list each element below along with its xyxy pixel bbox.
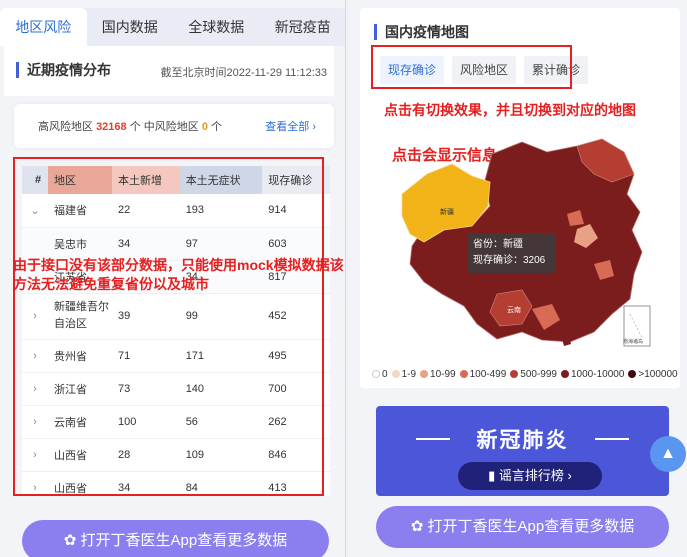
table-row[interactable]: › 新疆维吾尔自治区 39 99 452 <box>22 293 330 340</box>
chevron-right-icon[interactable]: › <box>22 438 48 472</box>
row-asymptomatic: 84 <box>179 471 263 496</box>
row-asymptomatic: 56 <box>179 405 263 439</box>
chevron-right-icon[interactable]: › <box>22 372 48 406</box>
chevron-right-icon[interactable]: › <box>22 405 48 439</box>
map-tabs: 现存确诊 风险地区 累计确诊 <box>380 56 589 84</box>
row-local-new: 73 <box>112 372 180 406</box>
row-region: 云南省 <box>48 405 112 439</box>
row-asymptomatic: 171 <box>179 339 263 373</box>
flower-icon: ✿ <box>410 518 424 535</box>
col-existing: 现存确诊 <box>262 166 330 194</box>
legend-item[interactable]: 100-499 <box>459 369 506 380</box>
banner-line-right <box>595 438 629 440</box>
row-region: 浙江省 <box>48 372 112 406</box>
map-label-xinjiang: 新疆 <box>440 207 454 216</box>
row-existing: 452 <box>262 293 330 340</box>
row-existing: 700 <box>262 372 330 406</box>
table-row[interactable]: › 山西省 34 84 413 <box>22 471 330 496</box>
rumor-ranking-button[interactable]: ▮ 谣言排行榜 › <box>458 462 602 490</box>
row-existing: 846 <box>262 438 330 472</box>
chevron-right-icon[interactable]: › <box>22 471 48 496</box>
row-asymptomatic: 193 <box>179 194 263 228</box>
open-app-button-left[interactable]: ✿ 打开丁香医生App查看更多数据 <box>22 520 329 557</box>
annotation-tab-switch: 点击有切换效果，并且切换到对应的地图 <box>384 102 636 118</box>
legend-item[interactable]: 0 <box>372 369 388 380</box>
row-existing: 914 <box>262 194 330 228</box>
bar-chart-icon: ▮ <box>488 468 496 483</box>
rumor-banner[interactable]: 新冠肺炎 ▮ 谣言排行榜 › <box>376 406 669 496</box>
row-local-new: 34 <box>112 471 180 496</box>
table-row[interactable]: › 山西省 28 109 846 <box>22 438 330 472</box>
legend-item[interactable]: 1000-10000 <box>561 369 624 380</box>
flower-icon: ✿ <box>63 532 77 549</box>
mid-risk-value: 0 <box>201 121 208 133</box>
row-region: 山西省 <box>48 471 112 496</box>
map-title: 国内疫情地图 <box>374 24 469 40</box>
row-existing: 495 <box>262 339 330 373</box>
tab-risk-area[interactable]: 风险地区 <box>452 56 517 84</box>
row-existing: 262 <box>262 405 330 439</box>
map-label-yunnan: 云南 <box>507 305 521 314</box>
row-asymptomatic: 140 <box>179 372 263 406</box>
high-risk-value: 32168 <box>96 121 127 133</box>
table-row[interactable]: › 云南省 100 56 262 <box>22 405 330 439</box>
table-row[interactable]: › 贵州省 71 171 495 <box>22 339 330 373</box>
region-table: # 地区 本土新增 本土无症状 现存确诊 ⌄ 福建省 22 193 914 吴忠… <box>22 166 330 496</box>
update-time: 截至北京时间2022-11-29 11:12:33 <box>160 67 327 79</box>
open-app-button-right[interactable]: ✿ 打开丁香医生App查看更多数据 <box>376 506 669 548</box>
view-all-link[interactable]: 查看全部 › <box>265 118 316 134</box>
tab-vaccine[interactable]: 新冠疫苗 <box>260 8 346 46</box>
row-existing: 413 <box>262 471 330 496</box>
chevron-right-icon: › <box>567 468 572 483</box>
high-risk-label: 高风险地区 <box>38 121 93 133</box>
chevron-down-icon[interactable]: ⌄ <box>22 194 48 228</box>
row-local-new: 28 <box>112 438 180 472</box>
row-region: 新疆维吾尔自治区 <box>48 293 112 340</box>
row-region: 贵州省 <box>48 339 112 373</box>
chevron-right-icon[interactable]: › <box>22 339 48 373</box>
risk-summary-text: 高风险地区 32168 个 中风险地区 0 个 <box>38 118 222 134</box>
tooltip-province: 省份：新疆 <box>473 239 523 250</box>
page-root: 地区风险 国内数据 全球数据 新冠疫苗 近期疫情分布 截至北京时间2022-11… <box>0 0 687 557</box>
arrow-up-icon[interactable]: ▲ <box>650 436 686 472</box>
row-local-new: 39 <box>112 293 180 340</box>
tab-total-confirmed[interactable]: 累计确诊 <box>524 56 589 84</box>
tab-existing-confirmed[interactable]: 现存确诊 <box>380 56 445 84</box>
col-asymptomatic: 本土无症状 <box>179 166 263 194</box>
chevron-right-icon: › <box>312 121 316 133</box>
col-index: # <box>22 166 48 194</box>
tab-region-risk[interactable]: 地区风险 <box>0 8 87 46</box>
table-row[interactable]: › 浙江省 73 140 700 <box>22 372 330 406</box>
row-local-new: 100 <box>112 405 180 439</box>
legend-item[interactable]: >100000 <box>628 369 678 380</box>
tooltip-existing: 现存确诊：3206 <box>473 255 546 266</box>
row-asymptomatic: 109 <box>179 438 263 472</box>
col-region: 地区 <box>48 166 112 194</box>
risk-summary-card: 高风险地区 32168 个 中风险地区 0 个 查看全部 › <box>14 104 334 148</box>
map-tooltip: 省份：新疆 现存确诊：3206 <box>467 233 555 273</box>
map-legend: 0 1-9 10-99 100-499 500-999 1000-10000 >… <box>372 369 687 380</box>
chevron-right-icon[interactable]: › <box>22 293 48 340</box>
annotation-mock-data: 由于接口没有该部分数据，只能使用mock模拟数据该方法无法避免重复省份以及城市 <box>13 257 344 292</box>
section-title: 近期疫情分布 <box>16 62 111 78</box>
row-asymptomatic: 99 <box>179 293 263 340</box>
mid-risk-label: 中风险地区 <box>143 121 199 133</box>
legend-item[interactable]: 10-99 <box>420 369 456 380</box>
row-local-new: 22 <box>112 194 180 228</box>
top-tabs: 地区风险 国内数据 全球数据 新冠疫苗 <box>0 8 346 46</box>
table-row[interactable]: ⌄ 福建省 22 193 914 <box>22 194 330 228</box>
legend-item[interactable]: 1-9 <box>391 369 416 380</box>
table-header-row: # 地区 本土新增 本土无症状 现存确诊 <box>22 166 330 194</box>
tab-domestic-data[interactable]: 国内数据 <box>87 8 174 46</box>
tab-global-data[interactable]: 全球数据 <box>173 8 260 46</box>
mid-risk-unit: 个 <box>211 121 223 133</box>
high-risk-unit: 个 <box>129 121 141 133</box>
row-region: 山西省 <box>48 438 112 472</box>
south-sea-label: 南海诸岛 <box>623 338 643 345</box>
col-local-new: 本土新增 <box>112 166 180 194</box>
row-local-new: 71 <box>112 339 180 373</box>
row-region: 福建省 <box>48 194 112 228</box>
legend-item[interactable]: 500-999 <box>510 369 557 380</box>
